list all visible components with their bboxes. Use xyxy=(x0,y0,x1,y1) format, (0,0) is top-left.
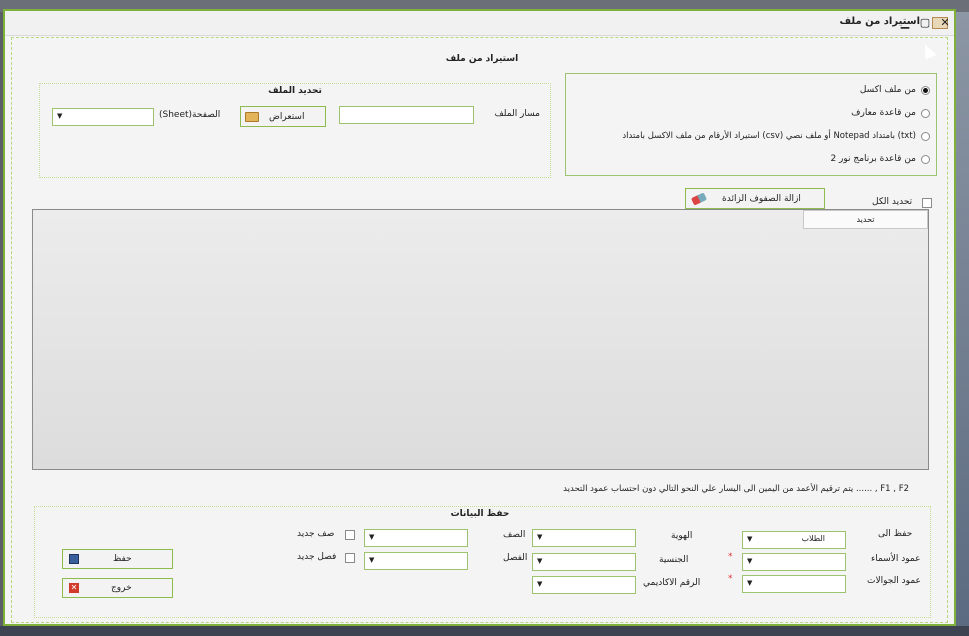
save-icon xyxy=(69,554,79,564)
exit-icon: ✕ xyxy=(69,583,79,593)
new-grade-checkbox[interactable] xyxy=(345,530,355,540)
select-all-checkbox[interactable] xyxy=(922,198,932,208)
close-button[interactable]: ✕ xyxy=(936,14,954,32)
chevron-down-icon: ▼ xyxy=(747,535,753,543)
radio-text-file[interactable] xyxy=(921,132,930,141)
exit-button-label: خروج xyxy=(111,583,132,593)
mobile-column-combo[interactable]: ▼ xyxy=(742,575,846,593)
radio-noor[interactable] xyxy=(921,155,930,164)
grade-combo[interactable]: ▼ xyxy=(364,529,468,547)
option-noor[interactable]: من قاعدة برنامج نور 2 xyxy=(570,154,930,166)
chevron-down-icon: ▼ xyxy=(57,112,63,120)
file-select-group: تحديد الملف مسار الملف استعراض الصفحة(Sh… xyxy=(39,83,551,178)
names-column-label: عمود الأسماء xyxy=(871,554,921,564)
remove-rows-button[interactable]: ازالة الصفوف الزائدة xyxy=(685,188,825,209)
save-button-label: حفظ xyxy=(113,554,132,564)
save-to-value: الطلاب xyxy=(801,534,825,543)
file-path-input[interactable] xyxy=(339,106,474,124)
save-data-title: حفظ البيانات xyxy=(450,509,510,519)
exit-button[interactable]: ✕ خروج xyxy=(62,578,173,598)
save-data-group: حفظ البيانات حفظ الى ▼ الطلاب عمود الأسم… xyxy=(34,506,931,618)
required-mark: * xyxy=(728,574,733,584)
chevron-down-icon: ▼ xyxy=(369,533,375,541)
new-class-label: فصل جديد xyxy=(297,552,337,562)
maximize-button[interactable]: ▢ xyxy=(916,14,934,32)
option-knowledge-db-label: من قاعدة معارف xyxy=(851,108,916,118)
data-grid[interactable]: تحديد xyxy=(32,209,929,470)
id-combo[interactable]: ▼ xyxy=(532,529,636,547)
new-class-checkbox[interactable] xyxy=(345,553,355,563)
select-all-label: تحديد الكل xyxy=(872,197,913,207)
new-grade-label: صف جديد xyxy=(297,529,335,539)
sheet-combo[interactable]: ▼ xyxy=(52,108,154,126)
remove-rows-label: ازالة الصفوف الزائدة xyxy=(722,194,801,204)
academic-no-combo[interactable]: ▼ xyxy=(532,576,636,594)
title-bar: استيراد من ملف ▁ ▢ ✕ xyxy=(5,11,954,36)
chevron-down-icon: ▼ xyxy=(537,557,543,565)
source-options-group: من ملف اكسل من قاعدة معارف (txt) بامتداد… xyxy=(565,73,937,176)
folder-icon xyxy=(245,112,259,122)
background-bottom-strip xyxy=(0,626,969,636)
id-label: الهوية xyxy=(671,531,693,541)
chevron-down-icon: ▼ xyxy=(537,533,543,541)
option-excel[interactable]: من ملف اكسل xyxy=(570,85,930,97)
column-numbering-note: F1 , F2 , ...... يتم ترقيم الأعمد من الي… xyxy=(563,484,909,494)
option-text-file[interactable]: (txt) بامتداد Notepad أو ملف نصي (csv) ا… xyxy=(570,131,930,143)
file-path-label: مسار الملف xyxy=(494,109,540,119)
required-mark: * xyxy=(728,552,733,562)
option-knowledge-db[interactable]: من قاعدة معارف xyxy=(570,108,930,120)
save-to-combo[interactable]: ▼ الطلاب xyxy=(742,531,846,549)
chevron-down-icon: ▼ xyxy=(369,556,375,564)
grade-label: الصف xyxy=(503,530,526,540)
class-combo[interactable]: ▼ xyxy=(364,552,468,570)
academic-no-label: الرقم الاكاديمي xyxy=(643,578,701,588)
browse-button-label: استعراض xyxy=(269,112,305,122)
minimize-button[interactable]: ▁ xyxy=(896,14,914,32)
file-select-title: تحديد الملف xyxy=(268,86,322,96)
option-text-file-label: (txt) بامتداد Notepad أو ملف نصي (csv) ا… xyxy=(622,131,916,141)
eraser-icon xyxy=(690,192,708,206)
browse-button[interactable]: استعراض xyxy=(240,106,326,127)
chevron-down-icon: ▼ xyxy=(747,557,753,565)
names-column-combo[interactable]: ▼ xyxy=(742,553,846,571)
radio-excel[interactable] xyxy=(921,86,930,95)
background-right-strip xyxy=(956,12,969,636)
chevron-down-icon: ▼ xyxy=(537,580,543,588)
sheet-label: الصفحة(Sheet) xyxy=(159,110,221,120)
radio-knowledge-db[interactable] xyxy=(921,109,930,118)
mobile-column-label: عمود الجوالات xyxy=(867,576,921,586)
nationality-label: الجنسية xyxy=(659,555,689,565)
import-window: استيراد من ملف ▁ ▢ ✕ استيراد من ملف من م… xyxy=(3,9,956,626)
main-title: استيراد من ملف xyxy=(445,54,519,64)
chevron-down-icon: ▼ xyxy=(747,579,753,587)
grid-column-select[interactable]: تحديد xyxy=(803,210,928,229)
option-excel-label: من ملف اكسل xyxy=(859,85,916,95)
option-noor-label: من قاعدة برنامج نور 2 xyxy=(830,154,916,164)
nationality-combo[interactable]: ▼ xyxy=(532,553,636,571)
class-label: الفصل xyxy=(503,553,528,563)
save-to-label: حفظ الى xyxy=(878,529,913,539)
save-button[interactable]: حفظ xyxy=(62,549,173,569)
